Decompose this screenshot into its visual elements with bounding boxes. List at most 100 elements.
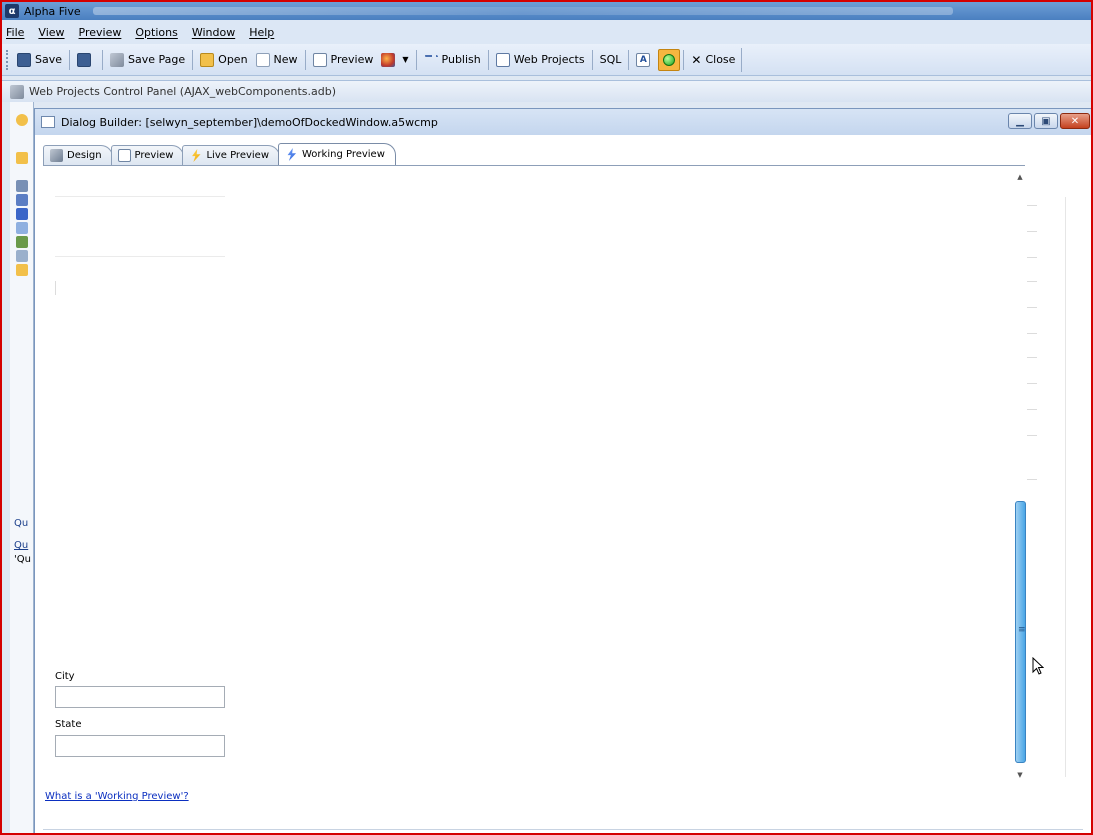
save-page-button[interactable]: Save Page xyxy=(106,49,189,71)
menu-preview[interactable]: Preview xyxy=(79,26,122,39)
close-button[interactable]: ✕ Close xyxy=(687,49,739,71)
tab-underline xyxy=(43,165,1025,166)
folder-open-icon xyxy=(200,52,215,67)
ruler-tick xyxy=(1027,231,1037,232)
save-button[interactable]: Save xyxy=(13,49,66,71)
publish-icon xyxy=(423,54,438,69)
live-preview-icon xyxy=(192,149,201,162)
working-preview-area[interactable]: City State xyxy=(43,171,1013,783)
save-page-icon xyxy=(110,52,125,67)
font-button[interactable]: A xyxy=(632,49,658,71)
close-label: Close xyxy=(705,53,736,66)
green-light-icon xyxy=(663,53,676,66)
ruler-tick xyxy=(1027,435,1037,436)
save-as-button[interactable] xyxy=(73,49,99,71)
panel-globe-icon[interactable] xyxy=(16,114,28,126)
menu-view[interactable]: View xyxy=(38,26,64,39)
panel-page-icon[interactable] xyxy=(16,250,28,262)
toolbar: Save Save Page Open New Preview ▼ Publis… xyxy=(2,44,1091,76)
ruler-tick xyxy=(1027,409,1037,410)
new-button[interactable]: New xyxy=(252,49,302,71)
save-page-label: Save Page xyxy=(128,53,186,66)
tab-preview[interactable]: Preview xyxy=(110,145,185,165)
toolbar-separator xyxy=(415,49,417,70)
preview-label: Preview xyxy=(330,53,374,66)
tab-design[interactable]: Design xyxy=(43,145,113,165)
panel-tool-icon[interactable] xyxy=(16,194,28,206)
ruler-tick xyxy=(1027,205,1037,206)
minimize-button[interactable]: ▁ xyxy=(1008,113,1032,129)
preview-button[interactable]: Preview xyxy=(309,49,378,71)
scroll-thumb[interactable]: ≡ xyxy=(1015,501,1026,763)
panel-font-icon[interactable] xyxy=(16,208,28,220)
scroll-down-arrow-icon[interactable]: ▼ xyxy=(1013,771,1027,783)
preview-scrollbar[interactable]: ▲ ≡ ▼ xyxy=(1013,171,1027,783)
toolbar-grip[interactable] xyxy=(6,49,9,70)
scroll-grip-icon: ≡ xyxy=(1018,625,1026,635)
toolbar-separator xyxy=(69,49,71,70)
tab-design-label: Design xyxy=(67,150,102,161)
panel-tool-icon[interactable] xyxy=(16,180,28,192)
panel-page-icon[interactable] xyxy=(16,222,28,234)
sql-button[interactable]: SQL xyxy=(596,49,626,71)
toolbar-separator xyxy=(304,49,306,70)
web-projects-panel-titlebar[interactable]: Web Projects Control Panel (AJAX_webComp… xyxy=(2,80,1091,102)
publish-label: Publish xyxy=(441,53,481,66)
state-label: State xyxy=(55,719,82,730)
chevron-down-icon: ▼ xyxy=(402,55,409,64)
web-projects-label: Web Projects xyxy=(513,53,585,66)
dialog-builder-icon xyxy=(41,116,55,128)
working-preview-help-link[interactable]: What is a 'Working Preview'? xyxy=(45,791,189,802)
web-projects-button[interactable]: Web Projects xyxy=(492,49,589,71)
save-button-label: Save xyxy=(35,53,63,66)
preview-icon xyxy=(312,52,327,67)
scroll-up-arrow-icon[interactable]: ▲ xyxy=(1013,173,1027,185)
new-label: New xyxy=(273,53,298,66)
panel-folder-icon[interactable] xyxy=(16,264,28,276)
right-guide-line xyxy=(1065,197,1066,777)
panel-image-icon[interactable] xyxy=(16,236,28,248)
tab-working-preview-label: Working Preview xyxy=(302,149,385,160)
toolbar-separator xyxy=(628,49,630,70)
browser-preview-dropdown[interactable]: ▼ xyxy=(377,49,412,71)
web-projects-panel-left-strip: Qu Qu 'Qu xyxy=(10,102,34,833)
toolbar-separator xyxy=(192,49,194,70)
menu-file[interactable]: File xyxy=(6,26,24,39)
toolbar-separator xyxy=(683,49,685,70)
restore-button[interactable]: ▣ xyxy=(1034,113,1058,129)
ruler-tick xyxy=(1027,479,1037,480)
panel-folder-icon[interactable] xyxy=(16,152,28,164)
font-icon: A xyxy=(636,52,651,67)
web-projects-panel-title: Web Projects Control Panel (AJAX_webComp… xyxy=(29,85,337,98)
new-document-icon xyxy=(255,52,270,67)
alpha-five-logo-icon: α xyxy=(5,4,19,18)
web-projects-panel-icon xyxy=(10,84,24,99)
dialog-builder-titlebar[interactable]: Dialog Builder: [selwyn_september]\demoO… xyxy=(35,109,1091,135)
panel-truncated-text: Qu xyxy=(14,518,29,529)
run-button[interactable] xyxy=(658,48,681,71)
menu-help[interactable]: Help xyxy=(249,26,274,39)
application-window: α Alpha Five File View Preview Options W… xyxy=(0,0,1093,835)
tab-live-preview[interactable]: Live Preview xyxy=(182,145,280,165)
save-icon xyxy=(17,52,31,67)
publish-button[interactable]: Publish xyxy=(420,49,485,71)
ruler-tick xyxy=(1027,281,1037,282)
tab-live-preview-label: Live Preview xyxy=(206,150,269,161)
close-window-button[interactable]: ✕ xyxy=(1060,113,1090,129)
bottom-divider xyxy=(43,829,1083,830)
title-bar: α Alpha Five xyxy=(2,2,1091,20)
firefox-icon xyxy=(381,52,396,67)
preview-icon xyxy=(117,149,131,162)
city-label: City xyxy=(55,671,75,682)
menu-options[interactable]: Options xyxy=(135,26,177,39)
panel-truncated-link[interactable]: Qu xyxy=(14,540,28,551)
menu-window[interactable]: Window xyxy=(192,26,235,39)
open-button[interactable]: Open xyxy=(196,49,251,71)
state-input[interactable] xyxy=(55,735,225,757)
toolbar-separator xyxy=(591,49,593,70)
city-input[interactable] xyxy=(55,686,225,708)
tab-working-preview[interactable]: Working Preview xyxy=(278,143,396,165)
open-label: Open xyxy=(218,53,248,66)
toolbar-separator xyxy=(487,49,489,70)
faint-divider xyxy=(55,281,56,295)
